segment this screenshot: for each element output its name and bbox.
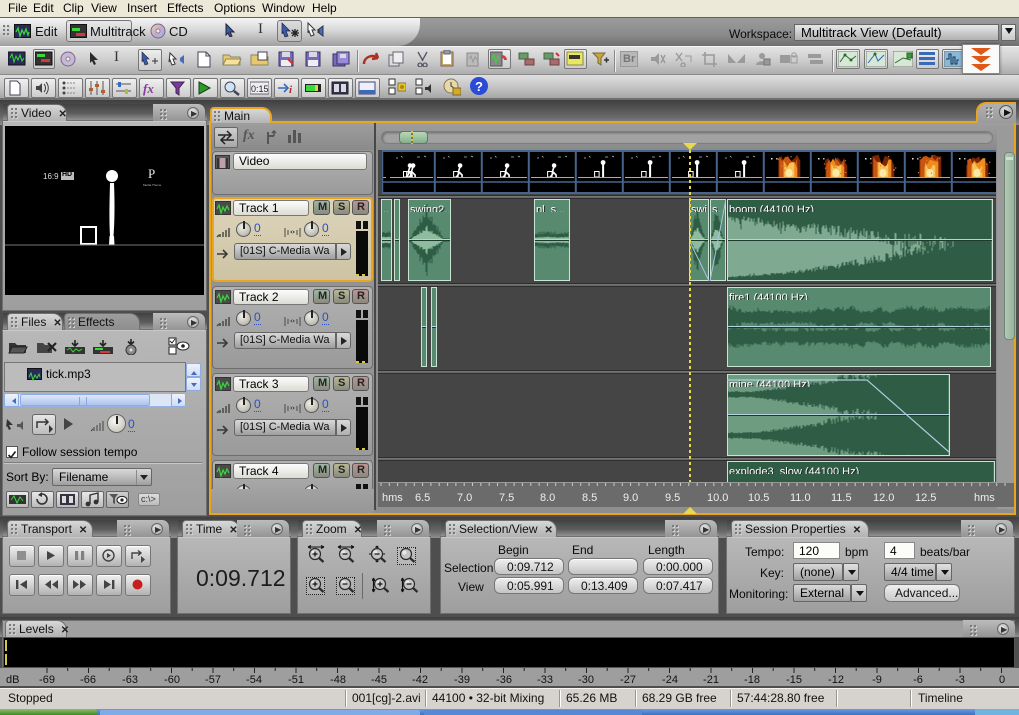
svg-text:0: 0 bbox=[999, 674, 1005, 686]
svg-text:12.0: 12.0 bbox=[873, 492, 894, 504]
svg-text:-12: -12 bbox=[828, 674, 844, 686]
svg-text:-21: -21 bbox=[703, 674, 719, 686]
svg-text:6.5: 6.5 bbox=[415, 492, 430, 504]
svg-text:10.5: 10.5 bbox=[748, 492, 769, 504]
svg-text:10.0: 10.0 bbox=[707, 492, 728, 504]
svg-text:0:15: 0:15 bbox=[251, 84, 269, 94]
svg-text:fx: fx bbox=[143, 81, 154, 96]
svg-text:hms: hms bbox=[382, 492, 403, 504]
svg-text:-54: -54 bbox=[246, 674, 262, 686]
svg-text:-9: -9 bbox=[872, 674, 882, 686]
svg-text:8.0: 8.0 bbox=[540, 492, 555, 504]
svg-text:11.0: 11.0 bbox=[790, 492, 811, 504]
svg-text:?: ? bbox=[475, 79, 483, 94]
svg-text:8.5: 8.5 bbox=[582, 492, 597, 504]
svg-text:-30: -30 bbox=[578, 674, 594, 686]
svg-text:-39: -39 bbox=[454, 674, 470, 686]
svg-text:-6: -6 bbox=[913, 674, 923, 686]
svg-text:P: P bbox=[148, 166, 155, 181]
svg-text:dB: dB bbox=[6, 674, 19, 686]
svg-text:11.5: 11.5 bbox=[831, 492, 852, 504]
svg-text:-66: -66 bbox=[80, 674, 96, 686]
svg-text:-69: -69 bbox=[39, 674, 55, 686]
svg-text:-57: -57 bbox=[205, 674, 221, 686]
svg-text:7.5: 7.5 bbox=[499, 492, 514, 504]
svg-text:9.5: 9.5 bbox=[665, 492, 680, 504]
svg-text:-15: -15 bbox=[786, 674, 802, 686]
svg-text:-51: -51 bbox=[288, 674, 304, 686]
svg-text:7.0: 7.0 bbox=[457, 492, 472, 504]
svg-text:Media Theme: Media Theme bbox=[143, 183, 162, 187]
svg-text:-42: -42 bbox=[412, 674, 428, 686]
svg-text:12.5: 12.5 bbox=[915, 492, 936, 504]
svg-text:-60: -60 bbox=[164, 674, 180, 686]
svg-text:-45: -45 bbox=[371, 674, 387, 686]
svg-text:-3: -3 bbox=[955, 674, 965, 686]
svg-text:hms: hms bbox=[974, 492, 995, 504]
svg-text:-36: -36 bbox=[496, 674, 512, 686]
svg-text:-63: -63 bbox=[122, 674, 138, 686]
svg-text:-27: -27 bbox=[620, 674, 636, 686]
svg-text:-48: -48 bbox=[330, 674, 346, 686]
svg-text:9.0: 9.0 bbox=[623, 492, 638, 504]
svg-text:-18: -18 bbox=[744, 674, 760, 686]
svg-text:-24: -24 bbox=[662, 674, 678, 686]
svg-text:-33: -33 bbox=[537, 674, 553, 686]
svg-text:i: i bbox=[289, 84, 293, 96]
